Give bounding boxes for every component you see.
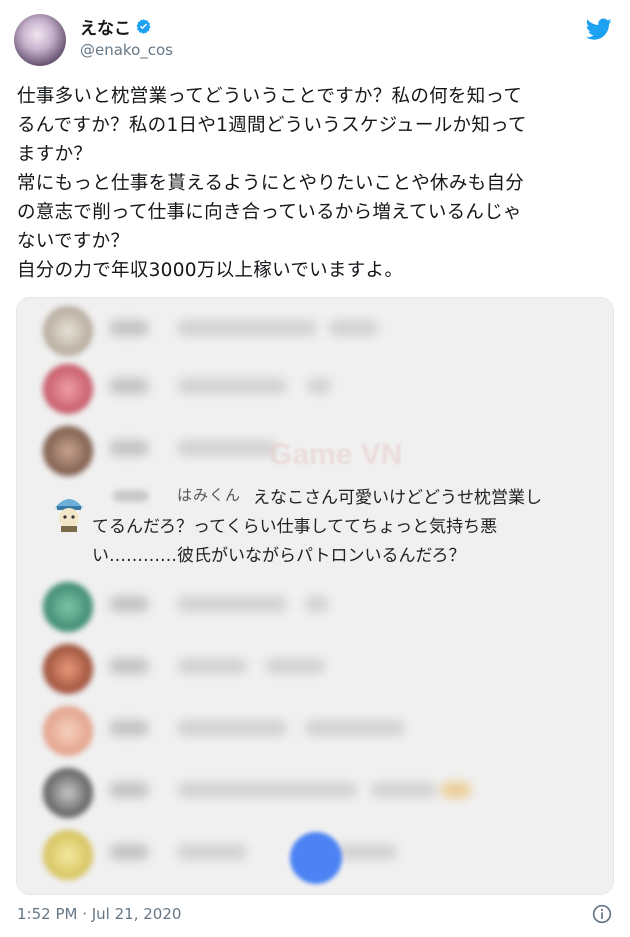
blurred-text — [109, 596, 149, 612]
blurred-text — [329, 320, 379, 336]
twitter-bird-icon[interactable] — [586, 16, 612, 42]
blurred-text — [109, 720, 149, 736]
reply-line: い…………彼氏がいながらパトロンいるんだろ？ — [92, 546, 466, 566]
blurred-text — [109, 320, 149, 336]
blurred-reply-row — [37, 764, 597, 818]
blurred-reply-row — [37, 578, 597, 632]
blurred-text — [109, 378, 149, 394]
blurred-text — [337, 844, 397, 860]
reply-line: えなこさん可愛いけどどうせ枕営業し — [253, 488, 542, 508]
blurred-avatar — [43, 768, 93, 818]
blurred-text — [371, 782, 437, 798]
tweet-card: えなこ @enako_cos 仕事多いと枕営業ってどういうことですか？私の何を知… — [0, 0, 630, 937]
blurred-avatar — [43, 644, 93, 694]
reply-username: はみくん — [177, 486, 242, 504]
watermark: Game VN — [269, 438, 403, 471]
tweet-line: 常にもっと仕事を貰えるようにとやりたいことや休みも自分 — [17, 173, 525, 194]
tweet-text: 仕事多いと枕営業ってどういうことですか？私の何を知って るんですか？私の1日や1… — [17, 82, 617, 285]
blurred-text — [113, 490, 149, 502]
verified-badge-icon — [136, 19, 151, 34]
highlighted-reply: はみくん えなこさん可愛いけどどうせ枕営業し てるんだろ？ってくらい仕事しててち… — [37, 484, 597, 574]
blurred-text — [177, 658, 247, 674]
reply-text: えなこさん可愛いけどどうせ枕営業し てるんだろ？ってくらい仕事しててちょっと気持… — [92, 484, 583, 571]
blurred-text — [305, 596, 329, 612]
blurred-avatar — [43, 582, 93, 632]
blurred-text — [305, 720, 405, 736]
blurred-avatar — [43, 706, 93, 756]
reply-line: てるんだろ？ってくらい仕事しててちょっと気持ち悪 — [92, 517, 498, 537]
blurred-text — [109, 658, 149, 674]
tweet-line: るんですか？私の1日や1週間どういうスケジュールか知って — [17, 115, 527, 136]
blurred-text — [109, 782, 149, 798]
blurred-text — [177, 720, 287, 736]
blurred-reply-row — [37, 702, 597, 756]
blurred-reply-row — [37, 360, 597, 414]
info-icon[interactable] — [592, 904, 612, 924]
blurred-avatar — [43, 364, 93, 414]
blurred-avatar — [43, 830, 93, 880]
compose-fab — [290, 832, 342, 884]
blurred-reply-row — [37, 302, 597, 356]
blurred-text — [177, 320, 317, 336]
display-name-row[interactable]: えなこ — [80, 14, 152, 39]
user-handle[interactable]: @enako_cos — [80, 41, 173, 59]
blurred-avatar — [43, 306, 93, 356]
blurred-text — [177, 440, 277, 456]
blurred-text — [109, 440, 149, 456]
reply-avatar — [55, 499, 83, 532]
tweet-line: ないですか？ — [17, 231, 130, 252]
tweet-line: ますか？ — [17, 144, 93, 165]
avatar[interactable] — [14, 14, 66, 66]
blurred-reply-row — [37, 640, 597, 694]
blurred-text — [265, 658, 325, 674]
display-name[interactable]: えなこ — [80, 14, 131, 39]
tweet-line: 自分の力で年収3000万以上稼いでいますよ。 — [17, 260, 404, 281]
blurred-text — [177, 782, 357, 798]
blurred-text — [177, 596, 287, 612]
tweet-line: の意志で削って仕事に向き合っているから増えているんじゃ — [17, 202, 522, 223]
blurred-text — [109, 844, 149, 860]
blurred-text — [177, 378, 287, 394]
blurred-text — [307, 378, 331, 394]
tweet-line: 仕事多いと枕営業ってどういうことですか？私の何を知って — [17, 86, 523, 107]
attached-screenshot[interactable]: Game VN はみくん えなこさん可愛いけどどうせ枕営業し てるんだろ？ってく… — [16, 297, 614, 895]
blurred-avatar — [43, 426, 93, 476]
blurred-emoji — [441, 782, 471, 798]
blurred-text — [177, 844, 247, 860]
tweet-timestamp[interactable]: 1:52 PM · Jul 21, 2020 — [17, 905, 181, 923]
